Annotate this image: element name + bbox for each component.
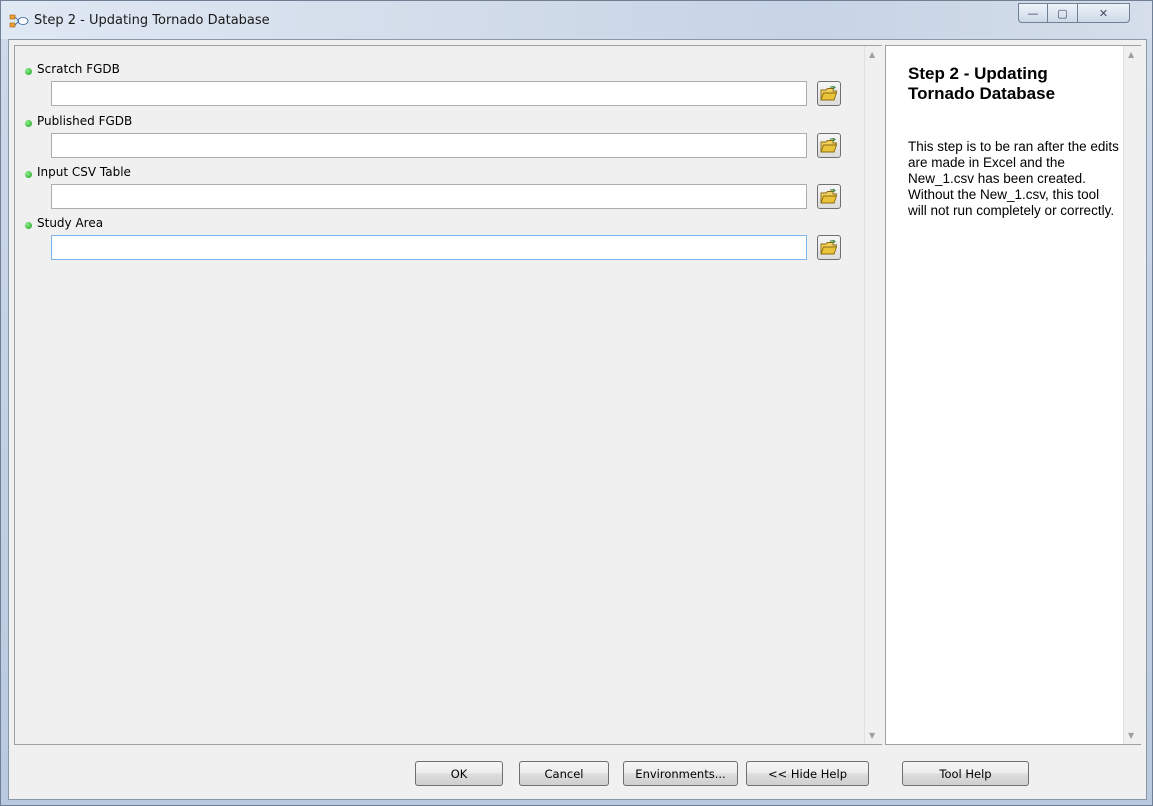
open-folder-icon (820, 137, 838, 152)
open-folder-icon (820, 239, 838, 254)
browse-button[interactable] (817, 81, 841, 106)
help-panel: Step 2 - Updating Tornado Database This … (885, 45, 1141, 745)
tool-dialog-window: Step 2 - Updating Tornado Database — ▢ ✕… (0, 0, 1153, 806)
close-button[interactable]: ✕ (1078, 3, 1130, 23)
minimize-button[interactable]: — (1018, 3, 1048, 23)
button-bar: OK Cancel Environments... << Hide Help T… (9, 752, 1146, 792)
browse-button[interactable] (817, 133, 841, 158)
scroll-down-icon[interactable]: ▼ (869, 731, 875, 740)
green-dot-icon (25, 68, 32, 75)
window-title: Step 2 - Updating Tornado Database (34, 13, 270, 28)
scratch-fgdb-input[interactable] (51, 81, 807, 106)
model-tool-icon (9, 14, 29, 28)
green-dot-icon (25, 171, 32, 178)
help-title: Step 2 - Updating Tornado Database (908, 64, 1056, 103)
scroll-down-icon[interactable]: ▼ (1128, 731, 1134, 740)
tool-help-button[interactable]: Tool Help (902, 761, 1029, 786)
input-csv-table-input[interactable] (51, 184, 807, 209)
ok-button[interactable]: OK (415, 761, 503, 786)
scroll-up-icon[interactable]: ▲ (1128, 50, 1134, 59)
maximize-button[interactable]: ▢ (1048, 3, 1078, 23)
study-area-input[interactable] (51, 235, 807, 260)
param-label: Scratch FGDB (37, 62, 120, 76)
green-dot-icon (25, 222, 32, 229)
dialog-body: Scratch FGDB Published FGDB Input CSV Ta… (8, 39, 1147, 800)
help-scrollbar[interactable]: ▲ ▼ (1123, 46, 1141, 744)
param-label: Study Area (37, 216, 104, 230)
minimize-icon: — (1027, 6, 1039, 20)
environments-button[interactable]: Environments... (623, 761, 738, 786)
cancel-button[interactable]: Cancel (519, 761, 609, 786)
hide-help-button[interactable]: << Hide Help (746, 761, 869, 786)
published-fgdb-input[interactable] (51, 133, 807, 158)
parameters-panel: Scratch FGDB Published FGDB Input CSV Ta… (14, 45, 882, 745)
caption-buttons: — ▢ ✕ (1018, 3, 1144, 27)
open-folder-icon (820, 85, 838, 100)
parameters-scrollbar[interactable]: ▲ ▼ (864, 46, 882, 744)
open-folder-icon (820, 188, 838, 203)
browse-button[interactable] (817, 235, 841, 260)
title-bar[interactable]: Step 2 - Updating Tornado Database — ▢ ✕ (1, 1, 1152, 39)
param-label: Input CSV Table (37, 165, 131, 179)
help-body: This step is to be ran after the edits a… (908, 139, 1119, 218)
maximize-icon: ▢ (1057, 6, 1068, 20)
scroll-up-icon[interactable]: ▲ (869, 50, 875, 59)
close-icon: ✕ (1098, 6, 1109, 20)
green-dot-icon (25, 120, 32, 127)
browse-button[interactable] (817, 184, 841, 209)
param-label: Published FGDB (37, 114, 133, 128)
